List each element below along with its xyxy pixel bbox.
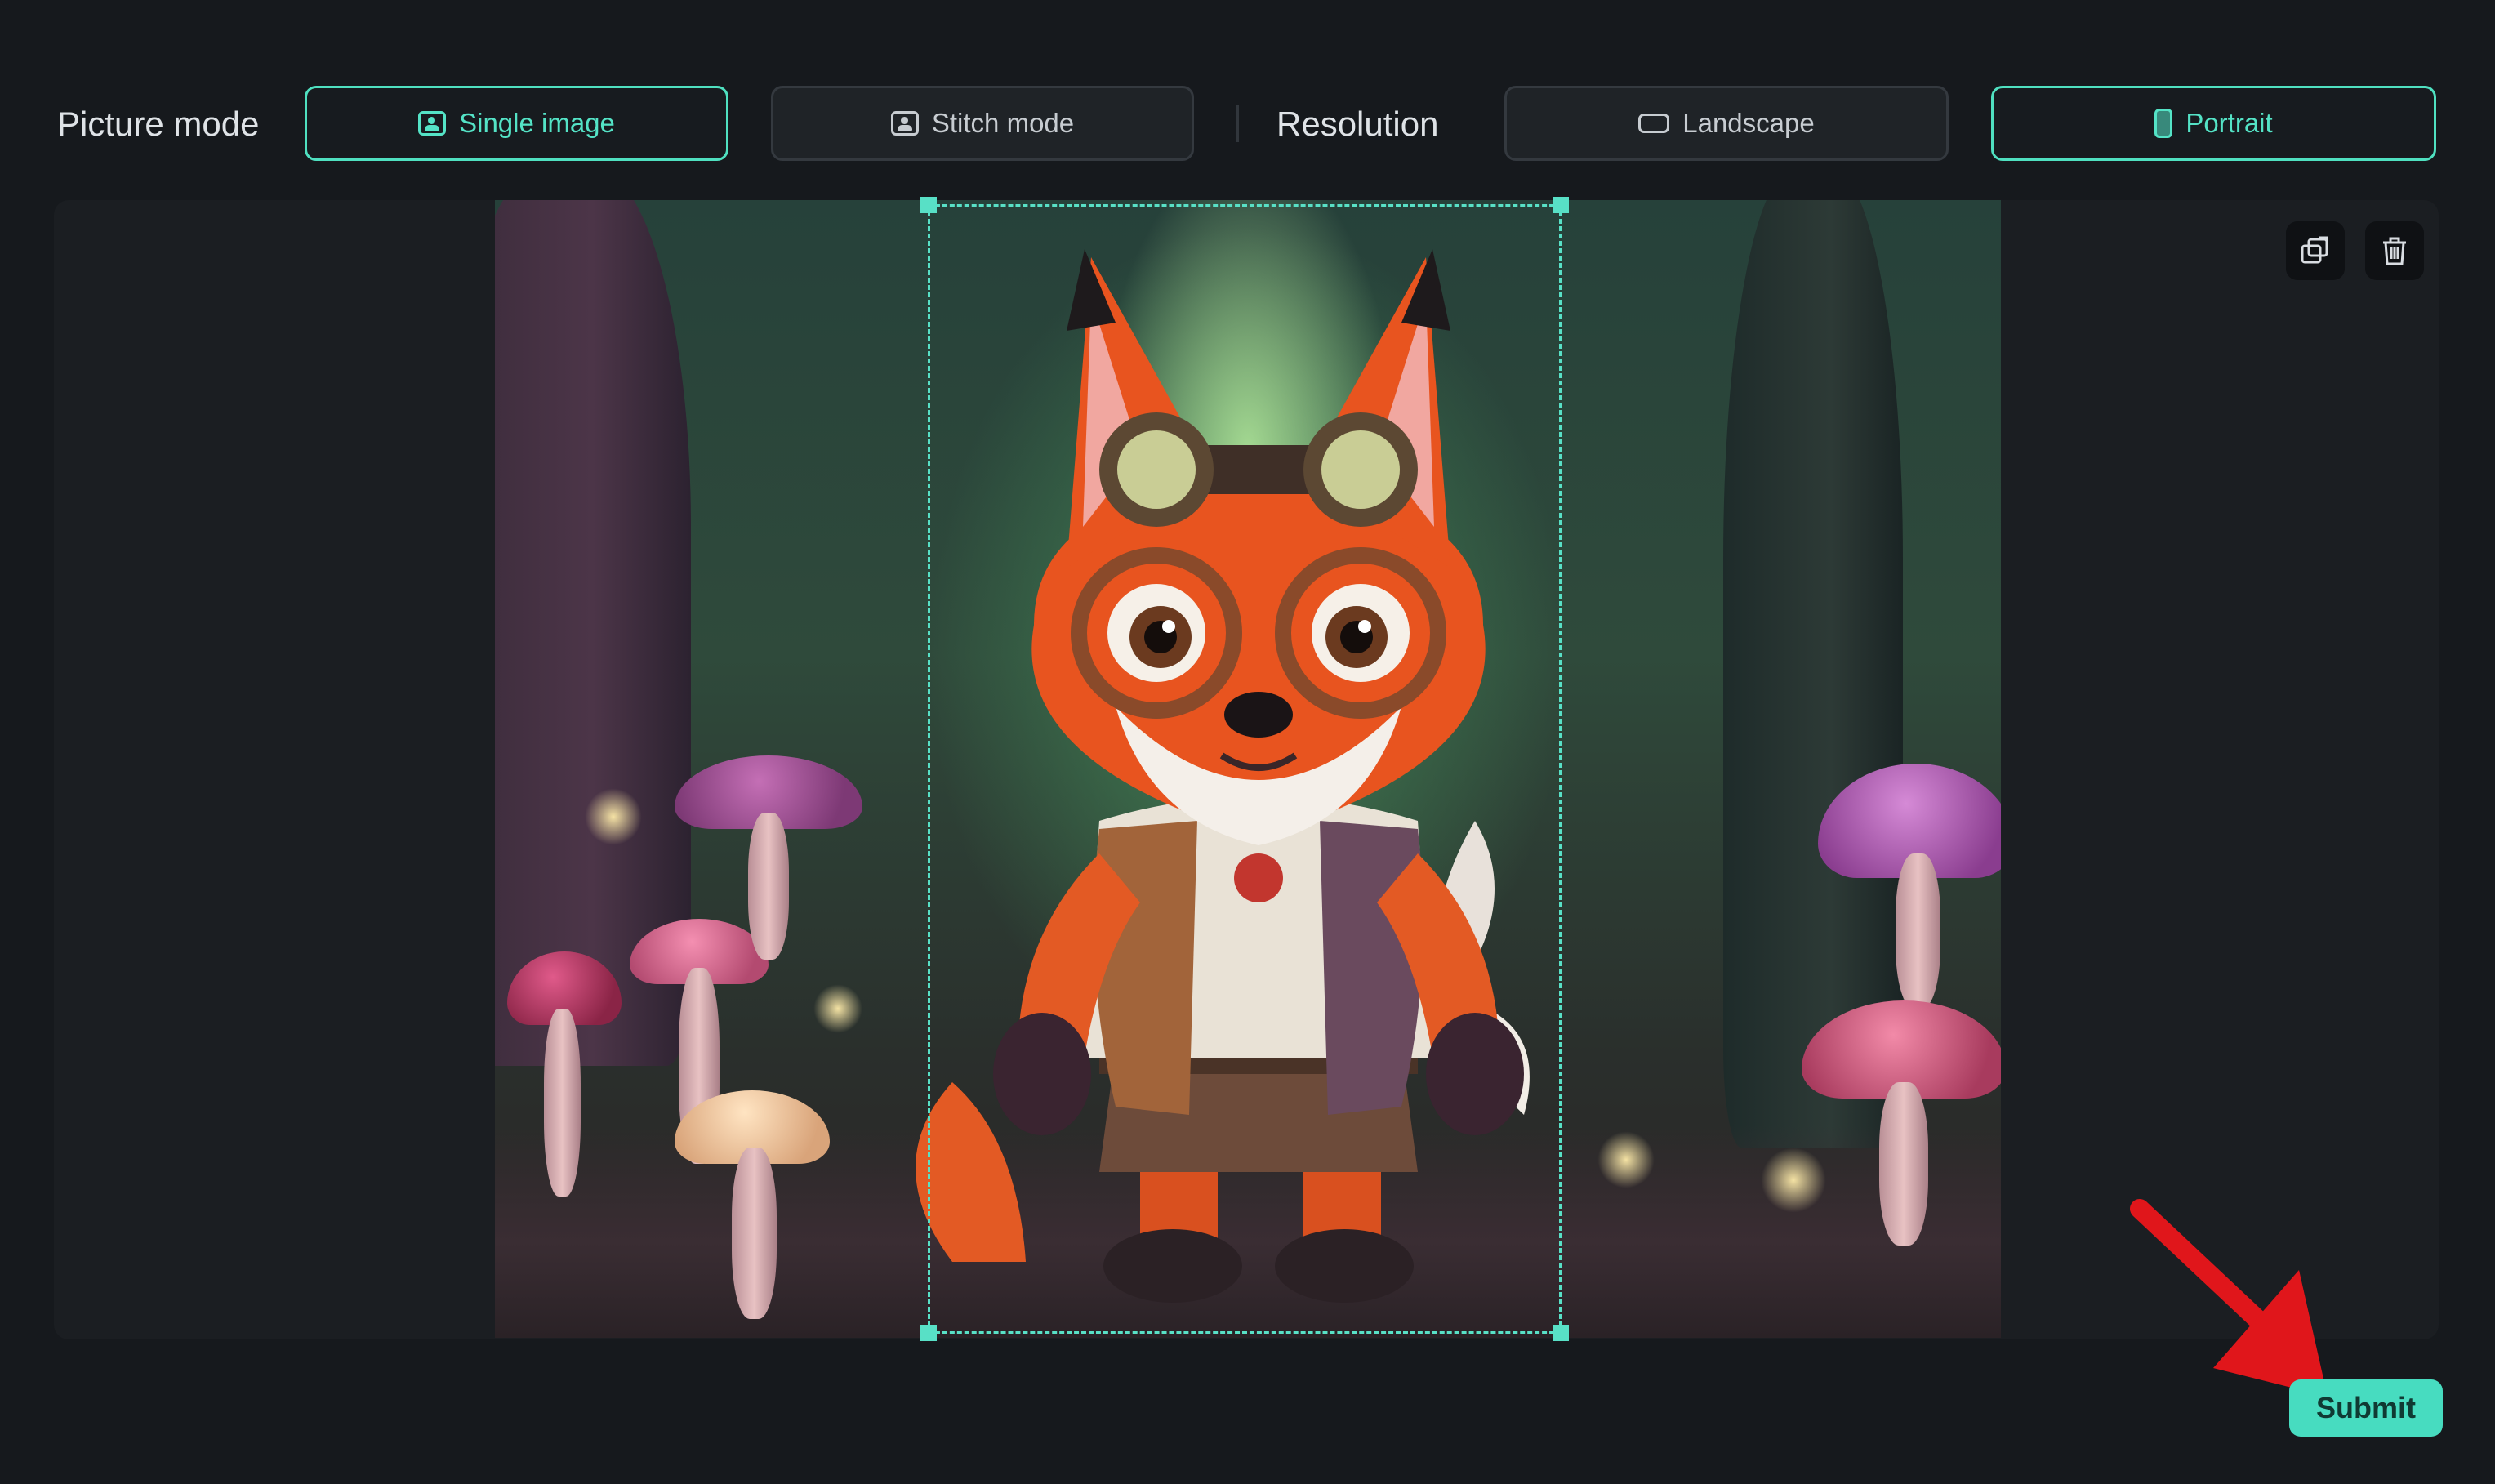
- crop-handle-bottom-left[interactable]: [920, 1325, 937, 1341]
- crop-handle-top-left[interactable]: [920, 197, 937, 213]
- portrait-label: Portrait: [2185, 108, 2273, 138]
- crop-handle-top-right[interactable]: [1553, 197, 1569, 213]
- crop-handle-bottom-right[interactable]: [1553, 1325, 1569, 1341]
- stitch-image-icon: [890, 111, 919, 136]
- annotation-arrow-icon: [2130, 1199, 2328, 1397]
- landscape-button[interactable]: Landscape: [1504, 86, 1949, 161]
- crop-selection-box[interactable]: [920, 197, 1569, 1341]
- portrait-button[interactable]: Portrait: [1991, 86, 2436, 161]
- replace-image-button[interactable]: [2286, 221, 2345, 280]
- single-image-button[interactable]: Single image: [305, 86, 728, 161]
- portrait-icon: [2154, 109, 2173, 138]
- picture-mode-label: Picture mode: [57, 105, 260, 143]
- single-image-label: Single image: [459, 108, 615, 138]
- app-root: Picture mode Single image Stitch mode Re…: [0, 0, 2495, 1484]
- toolbar-divider: [1236, 105, 1239, 142]
- submit-button[interactable]: Submit: [2289, 1379, 2443, 1437]
- image-icon: [418, 111, 447, 136]
- landscape-label: Landscape: [1682, 108, 1815, 138]
- replace-icon: [2301, 236, 2328, 264]
- delete-image-button[interactable]: [2365, 221, 2424, 280]
- trash-icon: [2383, 237, 2406, 265]
- stitch-mode-button[interactable]: Stitch mode: [771, 86, 1194, 161]
- resolution-label: Resolution: [1276, 105, 1439, 143]
- landscape-icon: [1638, 114, 1670, 133]
- stitch-mode-label: Stitch mode: [931, 108, 1075, 138]
- settings-toolbar: Picture mode Single image Stitch mode Re…: [0, 0, 2495, 196]
